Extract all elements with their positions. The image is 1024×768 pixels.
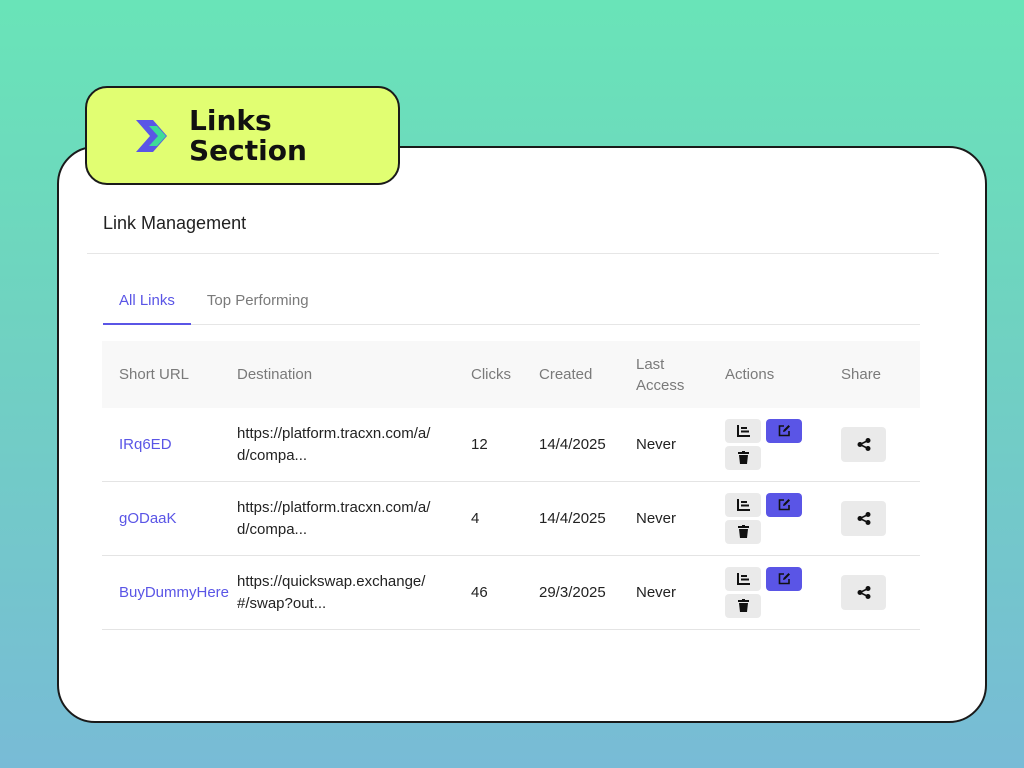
header-clicks: Clicks [471,366,511,383]
clicks-count: 4 [471,510,480,527]
created-date: 14/4/2025 [539,510,606,527]
trash-icon [737,525,749,538]
share-button[interactable] [841,427,886,462]
header-last-access: Last Access [636,354,725,396]
trash-icon [737,451,749,464]
tab-all-links[interactable]: All Links [103,283,191,325]
destination-url: https://quickswap.exchange/#/swap?out... [237,572,426,612]
bar-chart-icon [736,572,750,585]
table-header: Short URL Destination Clicks Created Las… [102,341,920,408]
section-badge: Links Section [85,86,400,185]
edit-icon [778,573,790,585]
row-actions [725,418,841,471]
double-chevron-right-icon [136,119,167,152]
destination-url: https://platform.tracxn.com/a/d/compa... [237,498,431,538]
share-icon [857,438,870,451]
delete-button[interactable] [725,445,761,470]
header-divider [87,253,939,254]
header-last-access-line2: Access [636,376,685,394]
edit-button[interactable] [766,492,802,517]
table-row: IRq6ED https://platform.tracxn.com/a/d/c… [102,408,920,482]
clicks-count: 46 [471,584,488,601]
badge-title-line1: Links [189,103,272,137]
row-actions [725,566,841,619]
edit-icon [778,499,790,511]
share-icon [857,512,870,525]
table-row: gODaaK https://platform.tracxn.com/a/d/c… [102,482,920,556]
share-button[interactable] [841,501,886,536]
header-last-access-line1: Last [636,355,665,373]
badge-title-line2: Section [189,133,307,167]
table-row: BuyDummyHere https://quickswap.exchange/… [102,556,920,630]
header-created: Created [539,366,593,383]
edit-icon [778,425,790,437]
short-url-link[interactable]: IRq6ED [119,436,172,453]
edit-button[interactable] [766,566,802,591]
row-actions [725,492,841,545]
stats-button[interactable] [725,566,761,591]
created-date: 29/3/2025 [539,584,606,601]
badge-title: Links Section [189,103,319,167]
stats-button[interactable] [725,418,761,443]
header-actions: Actions [725,366,775,383]
header-short-url: Short URL [119,366,190,383]
destination-url: https://platform.tracxn.com/a/d/compa... [237,424,431,464]
edit-button[interactable] [766,418,802,443]
page-title: Link Management [103,213,247,233]
tab-bar: All Links Top Performing [103,283,920,325]
bar-chart-icon [736,424,750,437]
stats-button[interactable] [725,492,761,517]
clicks-count: 12 [471,436,488,453]
delete-button[interactable] [725,519,761,544]
tab-top-performing[interactable]: Top Performing [191,283,325,325]
links-table: Short URL Destination Clicks Created Las… [102,341,920,630]
bar-chart-icon [736,498,750,511]
delete-button[interactable] [725,593,761,618]
created-date: 14/4/2025 [539,436,606,453]
header-destination: Destination [237,366,313,383]
last-access: Never [636,510,677,527]
header-share: Share [841,366,882,383]
trash-icon [737,599,749,612]
share-icon [857,586,870,599]
last-access: Never [636,584,677,601]
last-access: Never [636,436,677,453]
share-button[interactable] [841,575,886,610]
short-url-link[interactable]: BuyDummyHere [119,584,229,601]
short-url-link[interactable]: gODaaK [119,510,177,527]
